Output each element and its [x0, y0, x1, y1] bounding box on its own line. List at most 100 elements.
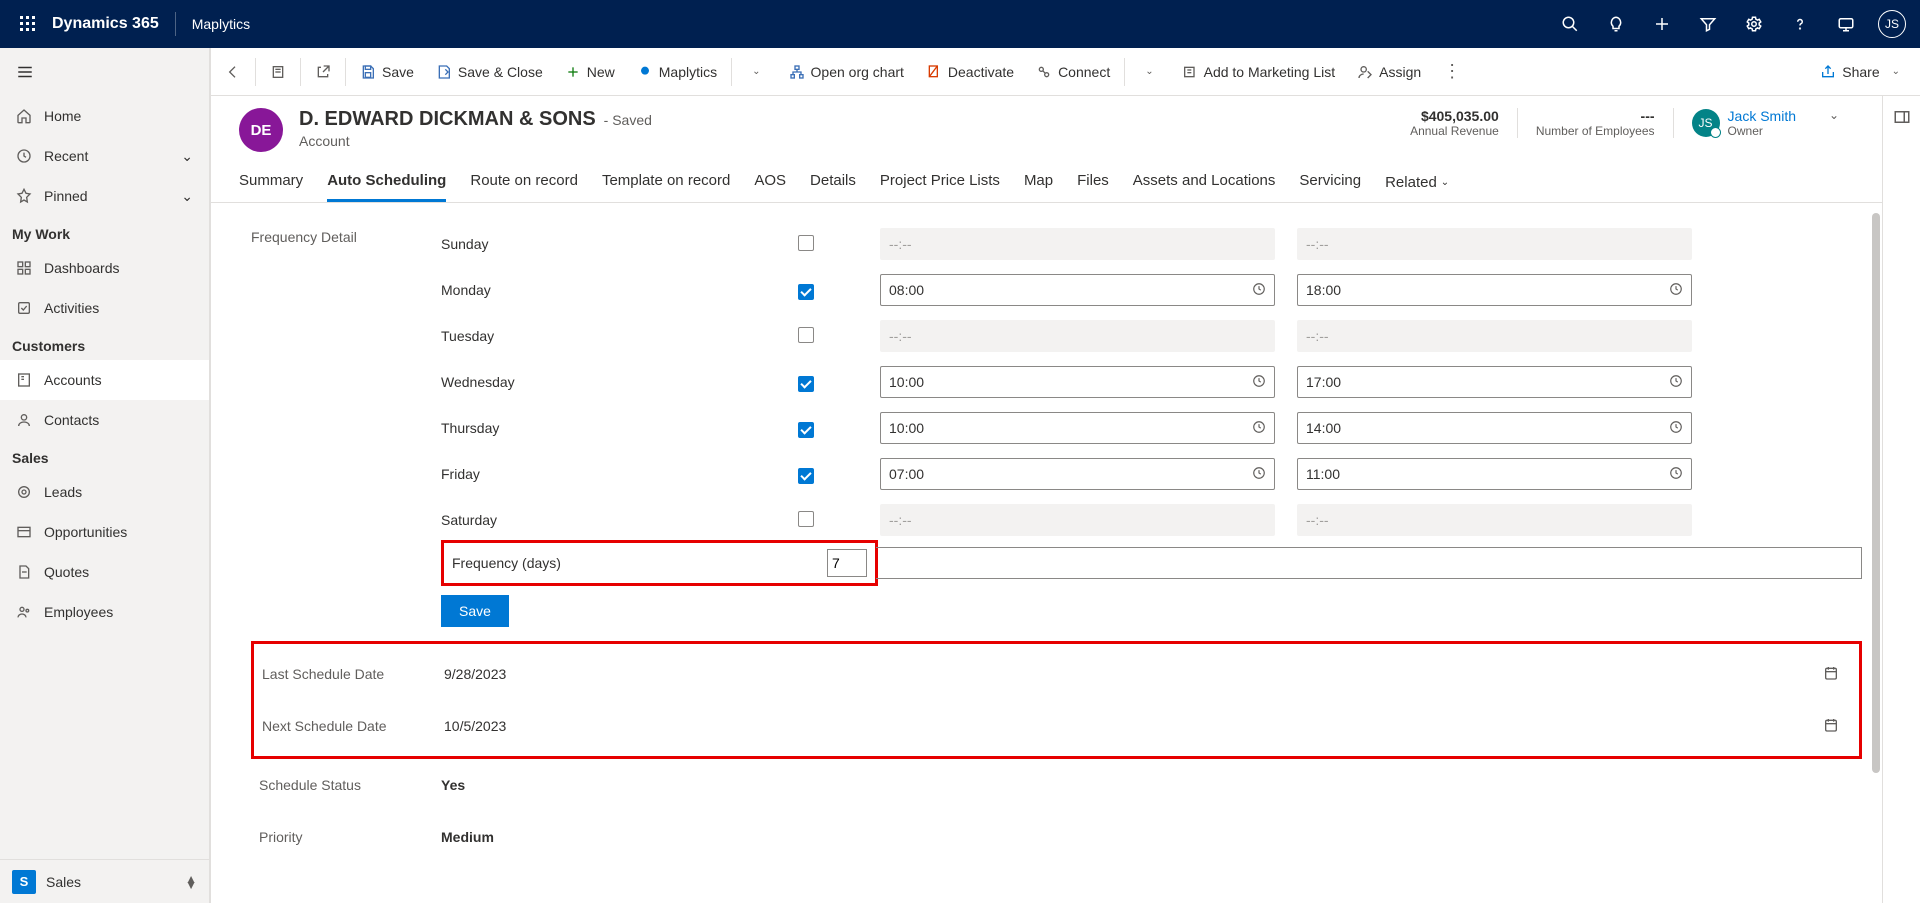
day-row-tuesday: Tuesday--:----:-- — [441, 315, 1862, 357]
search-icon[interactable] — [1550, 0, 1590, 48]
tab-servicing[interactable]: Servicing — [1299, 164, 1361, 202]
tab-route-on-record[interactable]: Route on record — [470, 164, 578, 202]
pin-icon — [16, 188, 32, 204]
user-avatar[interactable]: JS — [1872, 0, 1912, 48]
nav-accounts-label: Accounts — [44, 372, 102, 388]
gear-icon[interactable] — [1734, 0, 1774, 48]
app-launcher-icon[interactable] — [8, 16, 48, 32]
connect-icon — [1036, 64, 1052, 80]
checkbox-wednesday[interactable] — [798, 376, 814, 392]
next-schedule-date-value[interactable]: 10/5/2023 — [444, 718, 1823, 734]
checkbox-thursday[interactable] — [798, 422, 814, 438]
open-org-chart-button[interactable]: Open org chart — [779, 48, 914, 96]
schedule-status-value[interactable]: Yes — [441, 777, 1862, 793]
tab-auto-scheduling[interactable]: Auto Scheduling — [327, 164, 446, 202]
save-close-button[interactable]: Save & Close — [426, 48, 553, 96]
nav-home[interactable]: Home — [0, 96, 209, 136]
deactivate-button[interactable]: Deactivate — [916, 48, 1024, 96]
start-time-saturday: --:-- — [880, 504, 1275, 536]
nav-accounts[interactable]: Accounts — [0, 360, 209, 400]
tab-project-price-lists[interactable]: Project Price Lists — [880, 164, 1000, 202]
help-icon[interactable] — [1780, 0, 1820, 48]
start-time-friday[interactable]: 07:00 — [880, 458, 1275, 490]
nav-quotes[interactable]: Quotes — [0, 552, 209, 592]
start-time-monday[interactable]: 08:00 — [880, 274, 1275, 306]
frequency-days-input[interactable] — [827, 549, 867, 577]
nav-contacts[interactable]: Contacts — [0, 400, 209, 440]
nav-pinned[interactable]: Pinned ⌄ — [0, 176, 209, 216]
nav-employees[interactable]: Employees — [0, 592, 209, 632]
nav-group-mywork: My Work — [0, 216, 209, 248]
checkbox-monday[interactable] — [798, 284, 814, 300]
end-time-thursday[interactable]: 14:00 — [1297, 412, 1692, 444]
next-schedule-date-label: Next Schedule Date — [254, 718, 444, 734]
save-schedule-button[interactable]: Save — [441, 595, 509, 627]
end-time-tuesday: --:-- — [1297, 320, 1692, 352]
clock-icon — [16, 148, 32, 164]
last-schedule-date-value[interactable]: 9/28/2023 — [444, 666, 1823, 682]
nav-leads[interactable]: Leads — [0, 472, 209, 512]
calendar-icon[interactable] — [1823, 665, 1849, 684]
start-time-thursday[interactable]: 10:00 — [880, 412, 1275, 444]
start-time-tuesday: --:-- — [880, 320, 1275, 352]
assistant-icon[interactable] — [1826, 0, 1866, 48]
add-marketing-button[interactable]: Add to Marketing List — [1172, 48, 1346, 96]
scrollbar[interactable] — [1872, 213, 1880, 773]
tab-files[interactable]: Files — [1077, 164, 1109, 202]
priority-value[interactable]: Medium — [441, 829, 1862, 845]
assign-button[interactable]: Assign — [1347, 48, 1431, 96]
checkbox-saturday[interactable] — [798, 511, 814, 527]
checkbox-friday[interactable] — [798, 468, 814, 484]
nav-recent[interactable]: Recent ⌄ — [0, 136, 209, 176]
main-content: Save Save & Close New Maplytics ⌄ Open o… — [210, 48, 1920, 903]
tab-template-on-record[interactable]: Template on record — [602, 164, 730, 202]
add-icon[interactable] — [1642, 0, 1682, 48]
popout-button[interactable] — [305, 48, 341, 96]
lightbulb-icon[interactable] — [1596, 0, 1636, 48]
end-time-monday[interactable]: 18:00 — [1297, 274, 1692, 306]
calendar-icon[interactable] — [1823, 717, 1849, 736]
nav-activities[interactable]: Activities — [0, 288, 209, 328]
tab-assets-locations[interactable]: Assets and Locations — [1133, 164, 1276, 202]
day-row-sunday: Sunday--:----:-- — [441, 223, 1862, 265]
end-time-sunday: --:-- — [1297, 228, 1692, 260]
new-button[interactable]: New — [555, 48, 625, 96]
nav-dashboards[interactable]: Dashboards — [0, 248, 209, 288]
tab-aos[interactable]: AOS — [754, 164, 786, 202]
day-label-sunday: Sunday — [441, 236, 776, 252]
revenue-value: $405,035.00 — [1410, 108, 1499, 124]
command-bar: Save Save & Close New Maplytics ⌄ Open o… — [211, 48, 1920, 96]
maplytics-button[interactable]: Maplytics — [627, 48, 727, 96]
app-header: Dynamics 365 Maplytics JS — [0, 0, 1920, 48]
tab-related[interactable]: Related⌄ — [1385, 164, 1449, 202]
tab-details[interactable]: Details — [810, 164, 856, 202]
form-tabs: Summary Auto Scheduling Route on record … — [211, 152, 1882, 203]
tab-map[interactable]: Map — [1024, 164, 1053, 202]
nav-opportunities[interactable]: Opportunities — [0, 512, 209, 552]
checkbox-sunday[interactable] — [798, 235, 814, 251]
end-time-wednesday[interactable]: 17:00 — [1297, 366, 1692, 398]
end-time-friday[interactable]: 11:00 — [1297, 458, 1692, 490]
filter-icon[interactable] — [1688, 0, 1728, 48]
overflow-button[interactable]: ⋮ — [1433, 48, 1471, 96]
frequency-extended-input[interactable] — [876, 547, 1862, 579]
connect-dropdown[interactable]: ⌄ — [1129, 48, 1169, 96]
start-time-wednesday[interactable]: 10:00 — [880, 366, 1275, 398]
maplytics-dropdown[interactable]: ⌄ — [736, 48, 776, 96]
last-schedule-date-label: Last Schedule Date — [254, 666, 444, 682]
save-button[interactable]: Save — [350, 48, 424, 96]
connect-button[interactable]: Connect — [1026, 48, 1120, 96]
owner-name[interactable]: Jack Smith — [1728, 108, 1796, 124]
view-list-button[interactable] — [260, 48, 296, 96]
record-avatar: DE — [239, 108, 283, 152]
back-button[interactable] — [215, 48, 251, 96]
checkbox-tuesday[interactable] — [798, 327, 814, 343]
share-button[interactable]: Share ⌄ — [1810, 48, 1916, 96]
right-pane-toggle[interactable] — [1882, 96, 1920, 903]
area-switcher[interactable]: S Sales ▲▼ — [0, 859, 209, 903]
nav-pinned-label: Pinned — [44, 188, 88, 204]
deactivate-label: Deactivate — [948, 64, 1014, 80]
tab-summary[interactable]: Summary — [239, 164, 303, 202]
nav-collapse-button[interactable] — [0, 48, 209, 96]
header-expand-button[interactable]: ⌄ — [1814, 108, 1854, 122]
